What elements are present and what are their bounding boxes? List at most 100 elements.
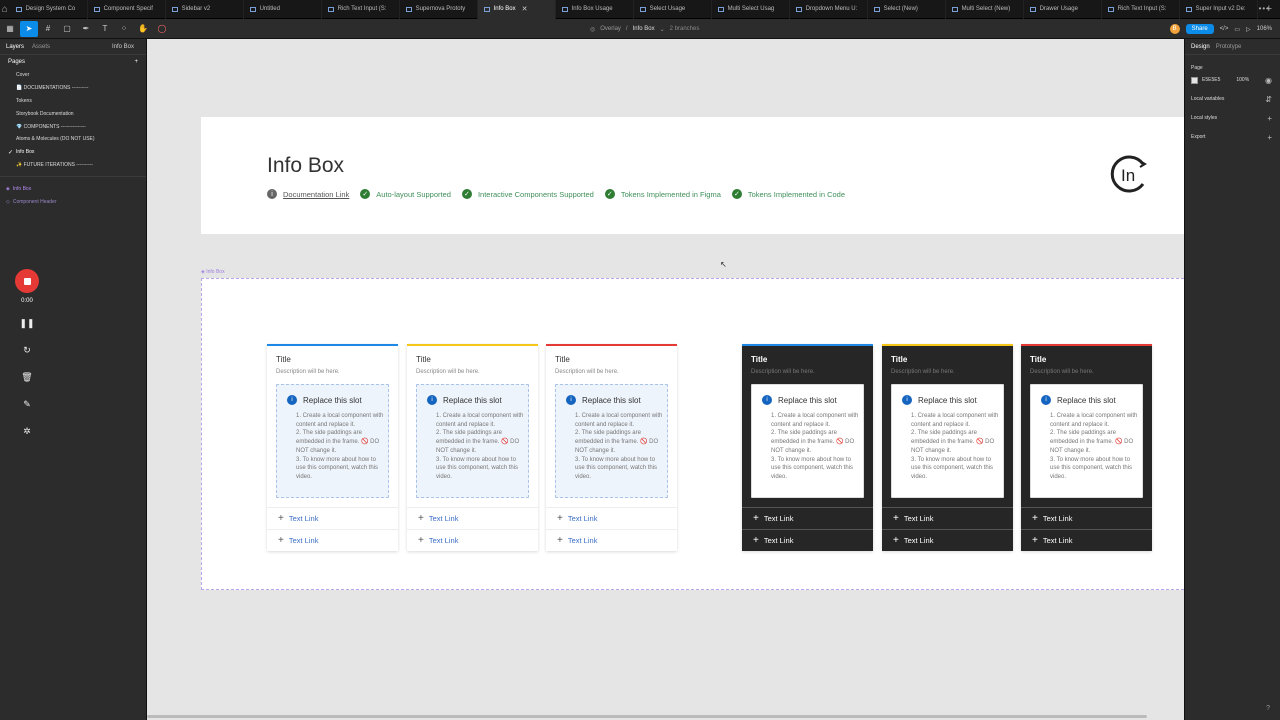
add-export-icon[interactable]: +	[1267, 133, 1272, 142]
text-tool-icon[interactable]: T	[96, 21, 114, 37]
avatar[interactable]: B	[1169, 24, 1180, 34]
replace-slot[interactable]: i Replace this slot 1. Create a local comp…	[891, 384, 1004, 498]
present-icon[interactable]: ▷	[1246, 26, 1251, 33]
tab-prototype[interactable]: Prototype	[1216, 44, 1242, 50]
info-box-card[interactable]: Title Description will be here. i Replace t…	[1021, 344, 1152, 551]
page-item[interactable]: ✨ FUTURE ITERATIONS ----------	[0, 159, 146, 172]
text-link[interactable]: + Text Link	[546, 529, 677, 550]
page-item[interactable]: Atoms & Molecules (DO NOT USE)	[0, 133, 146, 146]
layer-item[interactable]: ◈ Info Box	[0, 182, 146, 195]
canvas[interactable]: Info Box i Documentation Link ✓ Auto-layou…	[147, 39, 1184, 720]
file-tab[interactable]: Sidebar v2	[166, 0, 244, 19]
text-link[interactable]: + Text Link	[742, 529, 873, 550]
local-variables-row[interactable]: Local variables ⇵	[1185, 93, 1280, 105]
chevron-down-icon[interactable]: ⌄	[660, 26, 665, 33]
info-box-card[interactable]: Title Description will be here. i Replace t…	[742, 344, 873, 551]
page-item[interactable]: Tokens	[0, 95, 146, 108]
branches-label[interactable]: 2 branches	[670, 26, 700, 32]
share-button[interactable]: Share	[1185, 24, 1214, 34]
local-styles-row[interactable]: Local styles +	[1185, 112, 1280, 124]
page-fill-row[interactable]: E5E5E5 100% ◉	[1185, 74, 1280, 86]
page-item[interactable]: 💎 COMPONENTS ---------------	[0, 120, 146, 133]
tab-assets[interactable]: Assets	[32, 44, 50, 50]
comment-tool-icon[interactable]: ◯	[153, 21, 171, 37]
page-selector[interactable]: Info Box	[112, 44, 134, 50]
file-tab[interactable]: Rich Text Input (S:	[322, 0, 400, 19]
file-tab[interactable]: Info Box Usage	[556, 0, 634, 19]
text-link[interactable]: + Text Link	[742, 507, 873, 528]
pause-icon[interactable]: ❚❚	[17, 310, 37, 337]
info-box-card[interactable]: Title Description will be here. i Replace t…	[267, 344, 398, 551]
text-link[interactable]: + Text Link	[407, 507, 538, 528]
text-link[interactable]: + Text Link	[267, 529, 398, 550]
restart-icon[interactable]: ↻	[17, 337, 37, 364]
library-icon[interactable]: ▭	[1234, 26, 1240, 33]
breadcrumb-parent[interactable]: Overlay	[600, 26, 621, 32]
main-menu-icon[interactable]: ▦	[1, 21, 19, 37]
text-link[interactable]: + Text Link	[267, 507, 398, 528]
page-color-value[interactable]: E5E5E5	[1202, 77, 1220, 83]
text-link[interactable]: + Text Link	[407, 529, 538, 550]
record-stop-button[interactable]	[15, 269, 39, 293]
shape-tool-icon[interactable]: ▢	[58, 21, 76, 37]
info-box-card[interactable]: Title Description will be here. i Replace t…	[407, 344, 538, 551]
replace-slot[interactable]: i Replace this slot 1. Create a local comp…	[416, 384, 529, 498]
pen-tool-icon[interactable]: ✒	[77, 21, 95, 37]
eye-icon[interactable]: ◉	[1265, 76, 1272, 85]
info-box-card[interactable]: Title Description will be here. i Replace t…	[546, 344, 677, 551]
trash-icon[interactable]: 🗑	[17, 364, 37, 391]
file-tab[interactable]: Multi Select Usag	[712, 0, 790, 19]
file-tab[interactable]: Drawer Usage	[1024, 0, 1102, 19]
page-item[interactable]: ✓ Info Box	[0, 146, 146, 159]
close-icon[interactable]: ✕	[522, 5, 528, 13]
info-box-frame[interactable]: Title Description will be here. i Replace t…	[201, 278, 1184, 590]
replace-slot[interactable]: i Replace this slot 1. Create a local comp…	[276, 384, 389, 498]
frame-tool-icon[interactable]: #	[39, 21, 57, 37]
file-tab[interactable]: Select (New)	[868, 0, 946, 19]
file-tab[interactable]: Untitled	[244, 0, 322, 19]
file-tab[interactable]: Design System Co	[10, 0, 88, 19]
layer-item[interactable]: ◇ Component Header	[0, 195, 146, 208]
page-item[interactable]: Cover	[0, 69, 146, 82]
horizontal-scrollbar[interactable]	[147, 715, 1147, 718]
tab-design[interactable]: Design	[1191, 44, 1210, 50]
text-link[interactable]: + Text Link	[1021, 529, 1152, 550]
file-tab[interactable]: Dropdown Menu U:	[790, 0, 868, 19]
file-tab[interactable]: Info Box ✕	[477, 0, 556, 19]
info-box-card[interactable]: Title Description will be here. i Replace t…	[882, 344, 1013, 551]
page-opacity-value[interactable]: 100%	[1236, 77, 1249, 83]
file-tab[interactable]: Multi Select (New)	[946, 0, 1024, 19]
file-tab[interactable]: Select Usage	[634, 0, 712, 19]
text-link[interactable]: + Text Link	[1021, 507, 1152, 528]
replace-slot[interactable]: i Replace this slot 1. Create a local comp…	[555, 384, 668, 498]
page-item[interactable]: 📄 DOCUMENTATIONS ----------	[0, 82, 146, 95]
tab-layers[interactable]: Layers	[6, 44, 24, 50]
resources-icon[interactable]: ⁘	[115, 21, 133, 37]
export-row[interactable]: Export +	[1185, 131, 1280, 143]
documentation-link[interactable]: i Documentation Link	[267, 189, 349, 199]
home-icon[interactable]: ⌂	[0, 0, 10, 19]
dev-mode-icon[interactable]: </>	[1220, 26, 1229, 32]
replace-slot[interactable]: i Replace this slot 1. Create a local comp…	[1030, 384, 1143, 498]
effects-icon[interactable]: ✲	[17, 418, 37, 445]
add-page-icon[interactable]: +	[134, 59, 138, 65]
draw-icon[interactable]: ✎	[17, 391, 37, 418]
settings-icon[interactable]: ⇵	[1265, 95, 1272, 104]
help-icon[interactable]: ?	[1266, 705, 1270, 712]
frame-label[interactable]: ◈ Info Box	[201, 269, 225, 275]
text-link[interactable]: + Text Link	[882, 507, 1013, 528]
file-tab[interactable]: Supernova Prototy	[400, 0, 478, 19]
move-tool-icon[interactable]: ➤	[20, 20, 38, 37]
hand-tool-icon[interactable]: ✋	[134, 21, 152, 37]
text-link[interactable]: + Text Link	[546, 507, 677, 528]
text-link[interactable]: + Text Link	[882, 529, 1013, 550]
component-header[interactable]: Info Box i Documentation Link ✓ Auto-layou…	[201, 117, 1184, 234]
file-tab[interactable]: Super Input v2 De:	[1180, 0, 1258, 19]
file-tab[interactable]: Rich Text Input (S:	[1102, 0, 1180, 19]
more-icon[interactable]: •••	[1259, 4, 1270, 13]
page-item[interactable]: Storybook Documentation	[0, 107, 146, 120]
add-style-icon[interactable]: +	[1267, 114, 1272, 123]
file-tab[interactable]: Component Specif	[88, 0, 166, 19]
zoom-level[interactable]: 106%	[1257, 26, 1272, 32]
color-swatch[interactable]	[1191, 76, 1198, 84]
